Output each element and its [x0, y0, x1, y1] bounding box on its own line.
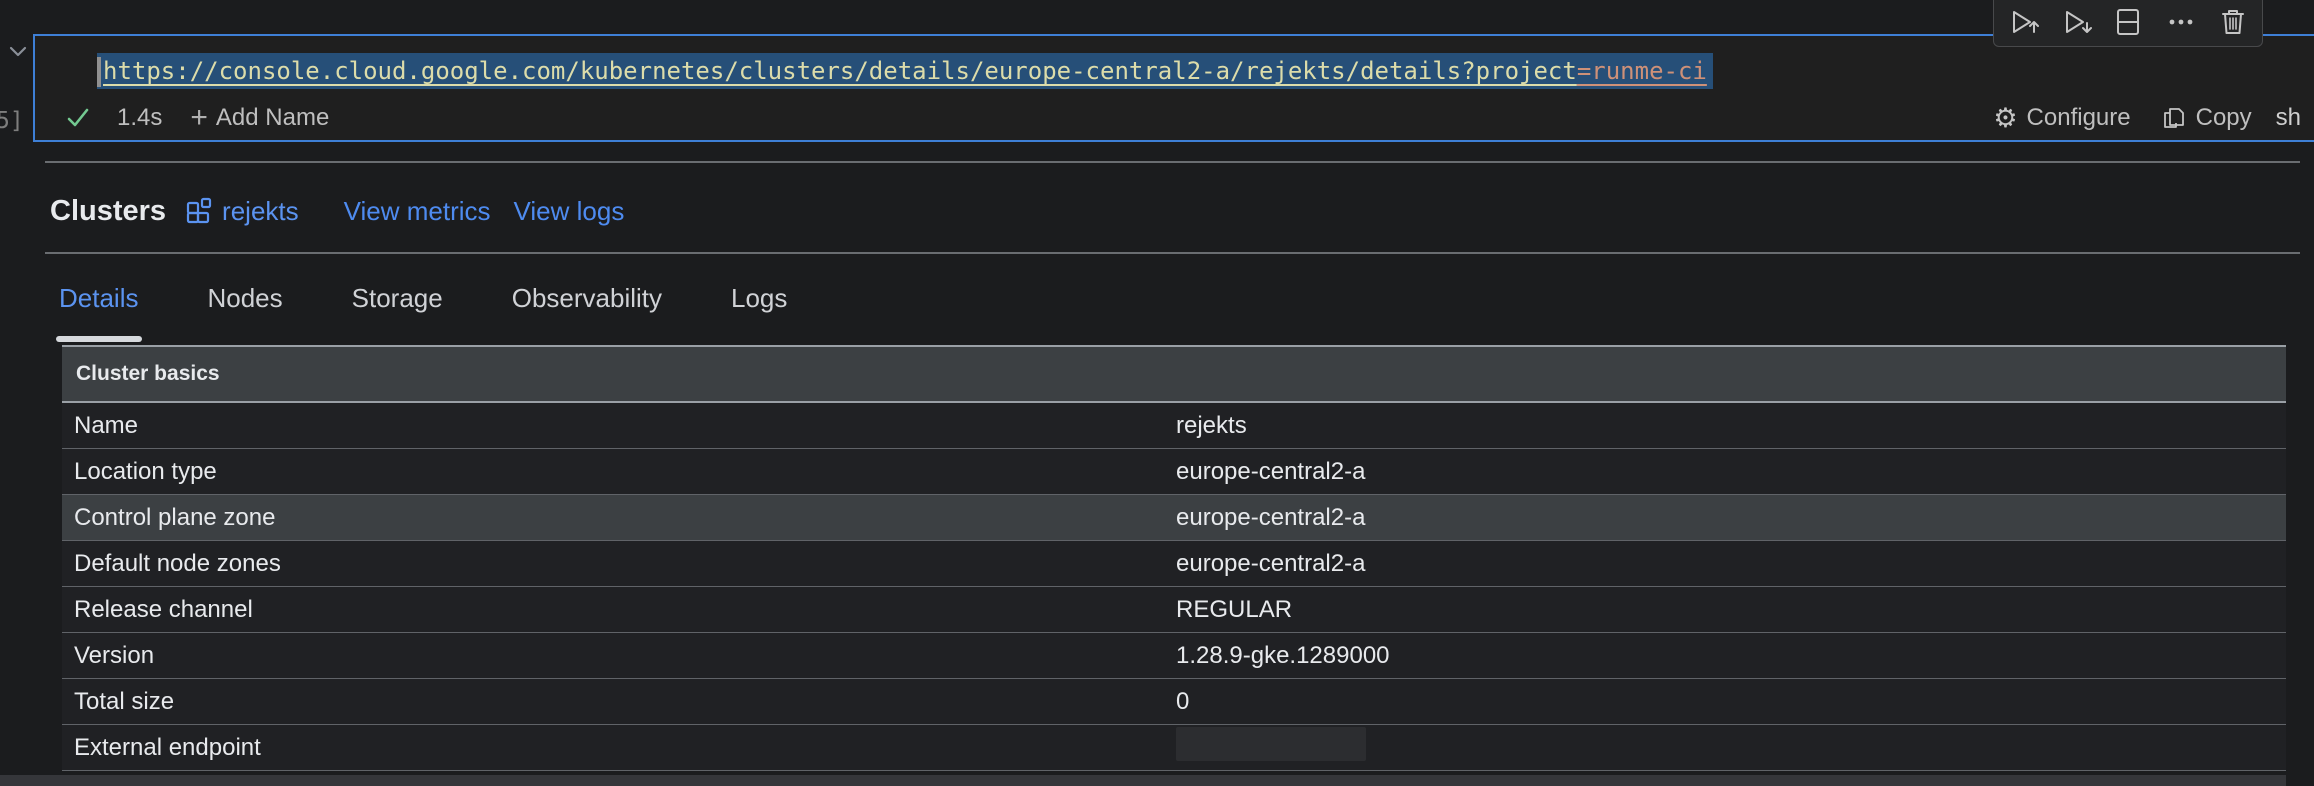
view-logs-link[interactable]: View logs	[514, 196, 625, 227]
view-metrics-link[interactable]: View metrics	[344, 196, 491, 227]
cell-toolbar	[1993, 0, 2263, 47]
execute-below-icon[interactable]	[2059, 5, 2093, 39]
execute-above-icon[interactable]	[2006, 5, 2040, 39]
add-name-button[interactable]: + Add Name	[190, 104, 329, 132]
tab-details[interactable]: Details	[59, 283, 138, 314]
cell-code-line[interactable]: https://console.cloud.google.com/kuberne…	[97, 53, 1713, 89]
table-row[interactable]: Version 1.28.9-gke.1289000	[62, 633, 2286, 679]
output-header: Clusters rejekts View metrics View logs	[50, 192, 624, 230]
more-actions-icon[interactable]	[2164, 5, 2198, 39]
url-query-value[interactable]: =runme-ci	[1577, 57, 1707, 85]
cluster-grid-icon	[184, 196, 214, 226]
tab-nodes[interactable]: Nodes	[207, 283, 282, 314]
success-check-icon	[65, 105, 91, 131]
cluster-name-link[interactable]: rejekts	[184, 196, 299, 227]
output-divider-header	[45, 252, 2300, 254]
cell-collapse-chevron-icon[interactable]	[8, 44, 28, 60]
execution-count: 5]	[0, 108, 24, 134]
tab-storage[interactable]: Storage	[352, 283, 443, 314]
table-section-header: Cluster basics	[62, 345, 2286, 403]
url-text[interactable]: https://console.cloud.google.com/kuberne…	[103, 57, 1577, 85]
text-cursor	[97, 57, 101, 87]
table-row[interactable]: Default node zones europe-central2-a	[62, 541, 2286, 587]
table-row[interactable]: Release channel REGULAR	[62, 587, 2286, 633]
execution-duration: 1.4s	[117, 104, 162, 132]
configure-button[interactable]: ⚙ Configure	[1993, 104, 2130, 132]
table-row[interactable]: Name rejekts	[62, 403, 2286, 449]
tab-bar: Details Nodes Storage Observability Logs	[59, 283, 856, 314]
copy-button[interactable]: Copy	[2161, 104, 2252, 132]
next-section-strip	[0, 775, 2286, 786]
plus-icon: +	[190, 106, 208, 130]
page-title: Clusters	[50, 195, 166, 228]
table-row[interactable]: External endpoint	[62, 725, 2286, 771]
table-row[interactable]: Total size 0	[62, 679, 2286, 725]
tab-observability[interactable]: Observability	[512, 283, 662, 314]
copy-icon	[2161, 104, 2187, 132]
cell-status-bar: 1.4s + Add Name ⚙ Configure Copy sh	[35, 98, 2303, 138]
text-selection: https://console.cloud.google.com/kuberne…	[97, 53, 1713, 89]
split-cell-icon[interactable]	[2111, 5, 2145, 39]
gear-icon: ⚙	[1993, 105, 2017, 132]
redacted-value-box	[1176, 727, 1366, 761]
output-divider-top	[45, 161, 2300, 163]
cluster-basics-table: Cluster basics Name rejekts Location typ…	[62, 345, 2286, 771]
table-row[interactable]: Location type europe-central2-a	[62, 449, 2286, 495]
active-tab-underline	[56, 336, 142, 342]
tab-logs[interactable]: Logs	[731, 283, 787, 314]
delete-cell-icon[interactable]	[2216, 5, 2250, 39]
cell-language-indicator[interactable]: sh	[2276, 104, 2301, 132]
table-row-highlighted[interactable]: Control plane zone europe-central2-a	[62, 495, 2286, 541]
